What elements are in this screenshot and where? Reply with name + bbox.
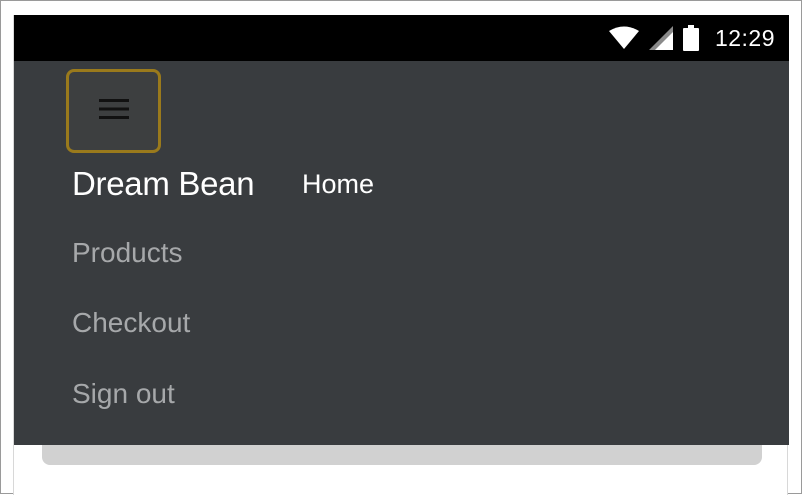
- device-screen: 12:29 Dream Bean Home Products Checkout …: [13, 15, 789, 495]
- nav-link-products[interactable]: Products: [72, 237, 183, 269]
- nav-link-sign-out[interactable]: Sign out: [72, 378, 175, 410]
- status-time: 12:29: [714, 24, 775, 51]
- screenshot-frame: 12:29 Dream Bean Home Products Checkout …: [0, 0, 802, 495]
- battery-icon: [682, 25, 699, 51]
- status-bar: 12:29: [14, 15, 789, 61]
- nav-link-checkout[interactable]: Checkout: [72, 307, 190, 339]
- cellular-signal-icon: [648, 26, 673, 50]
- wifi-icon: [608, 26, 639, 50]
- nav-link-home[interactable]: Home: [302, 169, 374, 200]
- navbar-toggle-button[interactable]: [66, 69, 161, 153]
- navbar-brand[interactable]: Dream Bean: [72, 165, 255, 203]
- content-card-edge: [42, 445, 762, 465]
- hamburger-menu-icon: [98, 97, 129, 126]
- navbar: Dream Bean Home Products Checkout Sign o…: [14, 61, 789, 445]
- status-icons: 12:29: [608, 15, 775, 61]
